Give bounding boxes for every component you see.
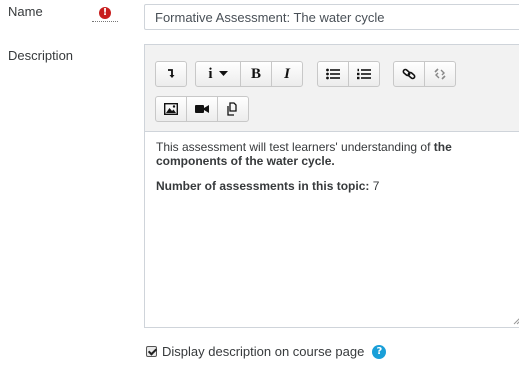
manage-files-button[interactable] (218, 97, 248, 121)
copy-files-icon (227, 102, 237, 116)
unlink-icon (434, 68, 446, 80)
resize-grip-icon[interactable] (513, 317, 519, 325)
toolbar-group-links (393, 61, 456, 87)
name-input[interactable] (144, 4, 519, 30)
required-underline (92, 21, 118, 22)
editor-toolbar: i B I (145, 45, 519, 132)
editor-text: 7 (369, 179, 380, 193)
editor-text: This assessment will test learners' unde… (156, 140, 434, 154)
display-description-row: Display description on course page ? (146, 344, 387, 359)
toolbar-group-format: i B I (195, 61, 303, 87)
info-icon: i (208, 65, 213, 82)
arrow-down-left-icon (168, 69, 175, 78)
link-icon (402, 68, 416, 80)
video-camera-icon (195, 105, 209, 113)
name-label: Name (8, 4, 43, 19)
link-button[interactable] (394, 62, 425, 86)
required-icon: ! (99, 7, 111, 19)
help-icon[interactable]: ? (372, 344, 387, 359)
ordered-list-button[interactable] (349, 62, 379, 86)
toolbar-group-collapse (155, 61, 187, 87)
caret-down-icon (218, 71, 228, 76)
editor-paragraph: This assessment will test learners' unde… (156, 140, 511, 168)
bold-button[interactable]: B (241, 62, 272, 86)
description-editor[interactable]: i B I This assessment will test learners… (144, 44, 519, 328)
collapse-toolbar-button[interactable] (156, 62, 186, 86)
bullet-list-icon (326, 68, 340, 80)
insert-image-button[interactable] (156, 97, 187, 121)
editor-paragraph: Number of assessments in this topic: 7 (156, 179, 511, 193)
italic-button[interactable]: I (272, 62, 302, 86)
toolbar-group-lists (317, 61, 380, 87)
image-icon (164, 103, 178, 115)
insert-media-button[interactable] (187, 97, 218, 121)
numbered-list-icon (357, 68, 371, 80)
editor-bold-text: Number of assessments in this topic: (156, 179, 370, 193)
toolbar-group-media (155, 96, 249, 122)
display-description-label[interactable]: Display description on course page (162, 344, 364, 359)
editor-content[interactable]: This assessment will test learners' unde… (156, 140, 511, 204)
description-label: Description (8, 48, 74, 63)
style-button[interactable]: i (196, 62, 241, 86)
unordered-list-button[interactable] (318, 62, 349, 86)
bold-icon: B (250, 65, 261, 82)
italic-icon: I (284, 65, 290, 82)
unlink-button[interactable] (425, 62, 455, 86)
display-description-checkbox[interactable] (146, 346, 157, 357)
